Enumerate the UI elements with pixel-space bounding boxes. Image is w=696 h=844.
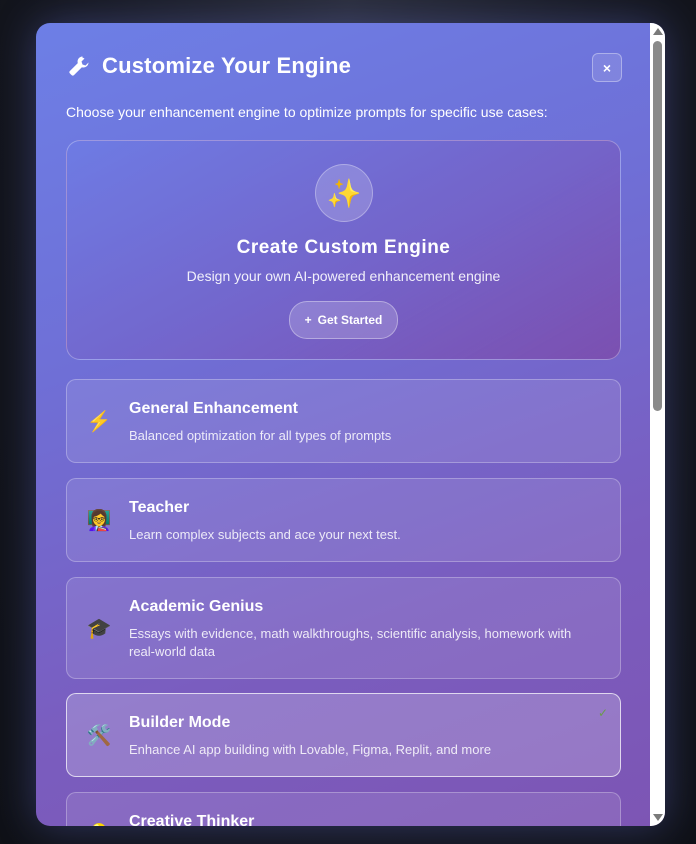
lightning-icon: ⚡ bbox=[86, 410, 112, 433]
modal-subtitle: Choose your enhancement engine to optimi… bbox=[66, 104, 548, 120]
scrollbar-thumb[interactable] bbox=[653, 41, 662, 411]
engine-name: Academic Genius bbox=[129, 598, 264, 615]
engine-name: Teacher bbox=[129, 499, 190, 516]
scrollbar[interactable] bbox=[650, 23, 665, 826]
wrench-icon bbox=[66, 53, 92, 79]
engine-card-academic-genius[interactable]: 🎓 Academic Genius Essays with evidence, … bbox=[66, 577, 621, 679]
get-started-label: Get Started bbox=[317, 313, 383, 327]
lightbulb-icon: 💡 bbox=[85, 820, 113, 827]
close-button[interactable]: × bbox=[592, 53, 622, 82]
sparkles-icon: ✨ bbox=[315, 164, 373, 222]
engine-name: Creative Thinker bbox=[129, 813, 255, 826]
engine-card-builder-mode[interactable]: 🛠️ Builder Mode Enhance AI app building … bbox=[66, 693, 621, 777]
graduation-cap-icon: 🎓 bbox=[86, 617, 112, 640]
custom-engine-subtitle: Design your own AI-powered enhancement e… bbox=[186, 268, 501, 284]
engine-description: Learn complex subjects and ace your next… bbox=[129, 527, 401, 542]
engine-card-creative-thinker[interactable]: 💡 Creative Thinker bbox=[66, 792, 621, 826]
engine-card-teacher[interactable]: 👩‍🏫 Teacher Learn complex subjects and a… bbox=[66, 478, 621, 562]
custom-engine-title: Create Custom Engine bbox=[236, 237, 451, 258]
get-started-button[interactable]: + Get Started bbox=[289, 301, 398, 339]
create-custom-engine-card[interactable]: ✨ Create Custom Engine Design your own A… bbox=[66, 140, 621, 360]
engine-description: Balanced optimization for all types of p… bbox=[129, 428, 392, 443]
selected-check-icon: ✓ bbox=[597, 706, 608, 720]
modal-content: Customize Your Engine × Choose your enha… bbox=[36, 23, 650, 826]
engine-description: Enhance AI app building with Lovable, Fi… bbox=[129, 742, 492, 757]
scroll-down-arrow-icon[interactable] bbox=[653, 814, 663, 821]
modal-title: Customize Your Engine bbox=[102, 53, 352, 78]
plus-icon: + bbox=[304, 313, 312, 327]
engine-name: Builder Mode bbox=[129, 714, 231, 731]
engine-description: Essays with evidence, math walkthroughs,… bbox=[129, 626, 572, 659]
tools-icon: 🛠️ bbox=[86, 724, 112, 747]
modal-header: Customize Your Engine bbox=[66, 53, 351, 79]
customize-engine-modal: Customize Your Engine × Choose your enha… bbox=[36, 23, 665, 826]
teacher-icon: 👩‍🏫 bbox=[86, 509, 112, 532]
engine-name: General Enhancement bbox=[129, 400, 298, 417]
engine-card-general-enhancement[interactable]: ⚡ General Enhancement Balanced optimizat… bbox=[66, 379, 621, 463]
scroll-up-arrow-icon[interactable] bbox=[653, 28, 663, 35]
